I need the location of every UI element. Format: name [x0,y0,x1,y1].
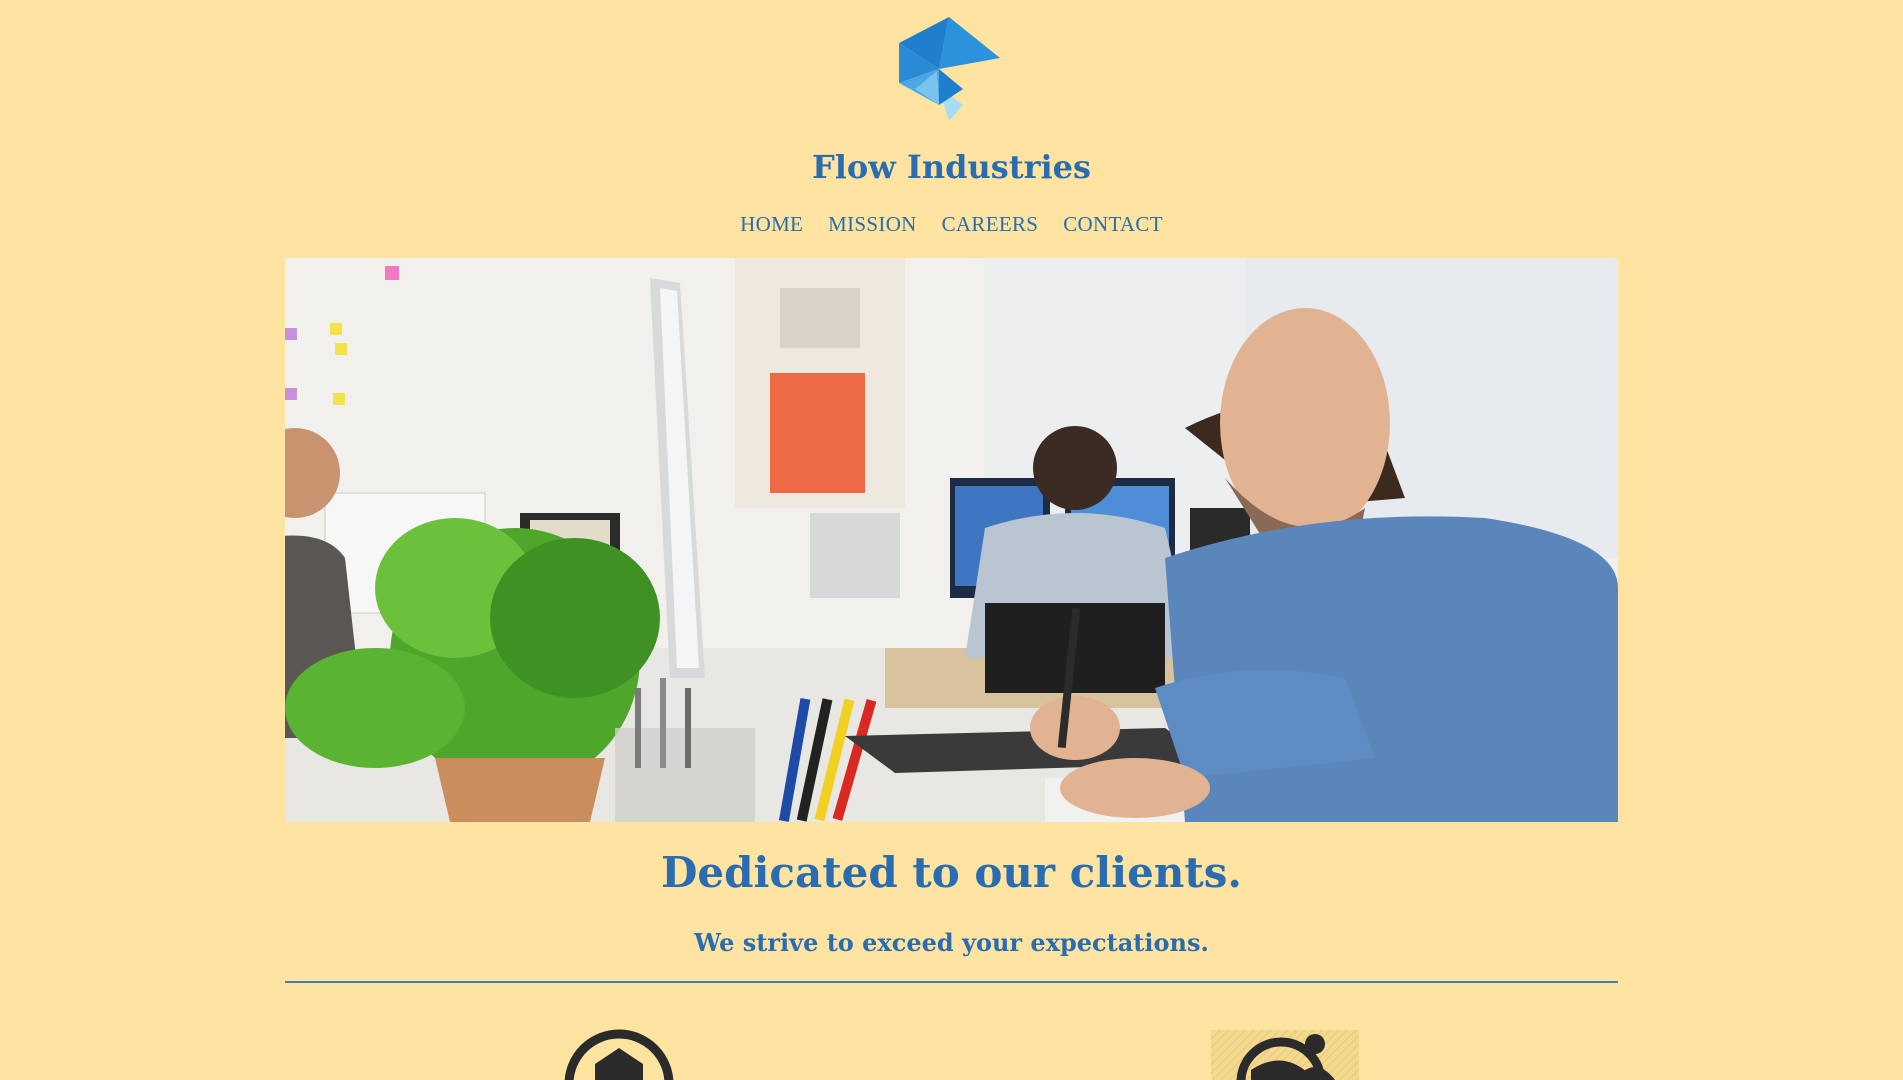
global-people-icon [1211,1030,1359,1080]
geometric-bird-logo[interactable] [897,17,1003,121]
page: Flow Industries HOME MISSION CAREERS CON… [0,0,1903,1080]
nav-careers-link[interactable]: CAREERS [942,212,1039,237]
nav-contact-link[interactable]: CONTACT [1063,212,1163,237]
hero-image [285,258,1618,822]
nav-mission-link[interactable]: MISSION [828,212,916,237]
nav-home-link[interactable]: HOME [740,212,803,237]
main-nav: HOME MISSION CAREERS CONTACT [0,212,1903,237]
site-title: Flow Industries [812,148,1091,186]
home-badge-icon [564,1029,674,1080]
section-divider [285,981,1618,983]
intro-headline: Dedicated to our clients. [660,848,1243,897]
intro-subline: We strive to exceed your expectations. [694,928,1209,957]
